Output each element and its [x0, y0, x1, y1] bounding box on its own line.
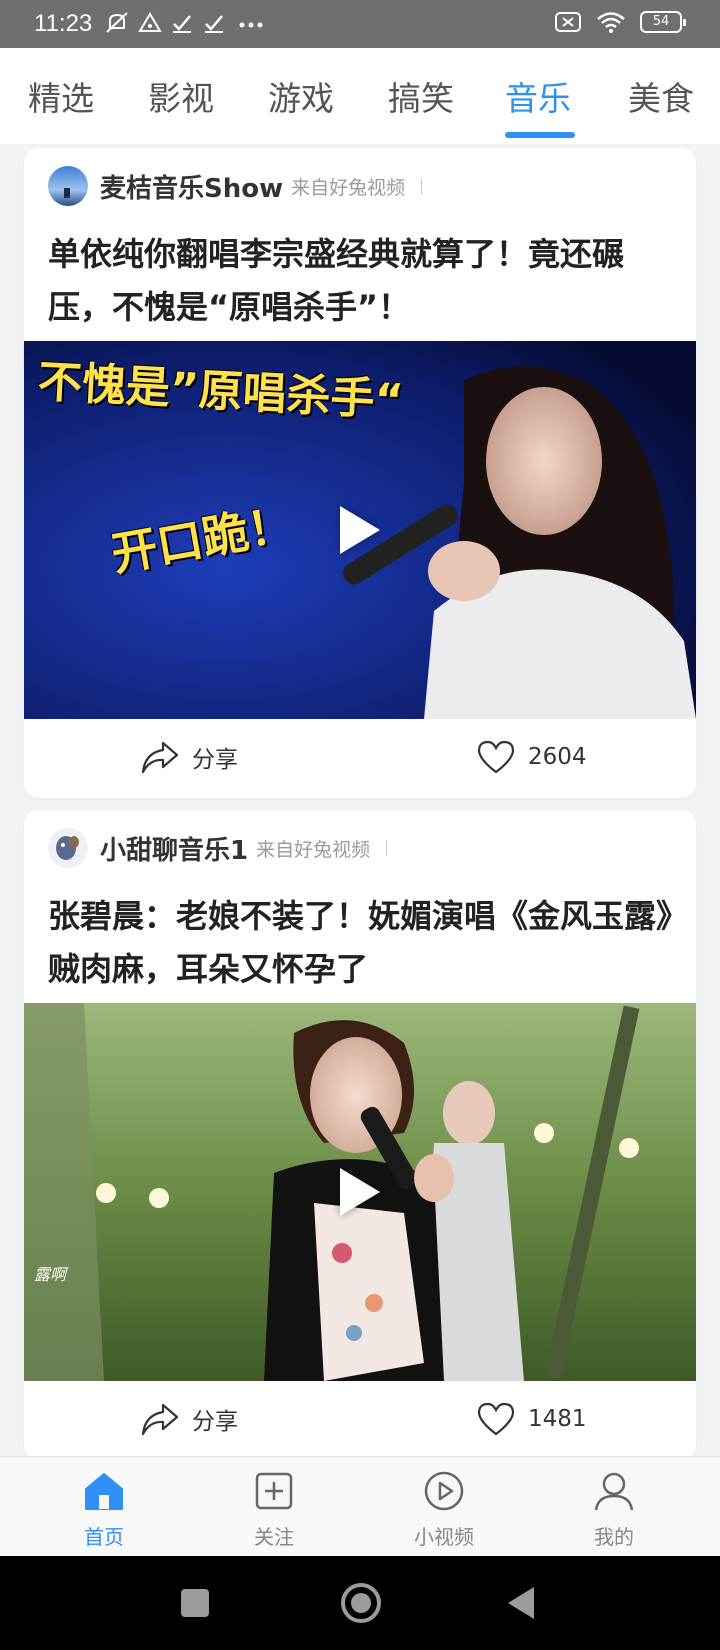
- tab-food[interactable]: 美食: [628, 72, 694, 120]
- card-actions: 分享 1481: [24, 1381, 696, 1459]
- tab-featured[interactable]: 精选: [28, 72, 94, 120]
- system-nav-bar: [0, 1556, 720, 1650]
- mute-icon: [106, 12, 128, 33]
- nav-mine[interactable]: 我的: [554, 1469, 674, 1550]
- source-label: 来自好兔视频: [256, 838, 371, 861]
- source-label: 来自好兔视频: [291, 176, 406, 199]
- like-button[interactable]: 2604: [476, 739, 587, 775]
- share-icon: [141, 741, 179, 774]
- divider: [421, 178, 423, 194]
- author-name[interactable]: 麦桔音乐Show: [100, 168, 283, 205]
- home-button[interactable]: [341, 1583, 381, 1623]
- add-box-icon: [255, 1472, 293, 1510]
- home-icon: [85, 1473, 123, 1510]
- check-icon: [205, 15, 223, 33]
- play-circle-icon: [424, 1471, 464, 1511]
- share-button[interactable]: 分享: [140, 739, 238, 775]
- battery-icon: 54: [640, 11, 686, 33]
- user-icon: [594, 1472, 634, 1511]
- nav-home[interactable]: 首页: [44, 1469, 164, 1550]
- nav-label: 首页: [84, 1525, 124, 1549]
- share-label: 分享: [192, 1409, 238, 1435]
- tab-music[interactable]: 音乐: [505, 72, 571, 120]
- nav-short-video[interactable]: 小视频: [384, 1469, 504, 1550]
- status-icons-right: 54: [554, 10, 686, 34]
- close-box-icon: [555, 12, 581, 32]
- back-button[interactable]: [508, 1587, 534, 1619]
- card-header: 麦桔音乐Show 来自好兔视频: [48, 166, 423, 206]
- share-label: 分享: [192, 747, 238, 773]
- video-title[interactable]: 张碧晨：老娘不装了！妩媚演唱《金风玉露》贼肉麻，耳朵又怀孕了: [48, 890, 678, 996]
- category-tabs: 精选 影视 游戏 搞笑 音乐 美食: [0, 48, 720, 144]
- avatar[interactable]: [48, 166, 88, 206]
- play-icon[interactable]: [340, 506, 380, 554]
- video-thumbnail[interactable]: 不愧是”原唱杀手“ 开口跪！: [24, 341, 696, 719]
- play-icon[interactable]: [340, 1168, 380, 1216]
- warning-icon: [138, 12, 162, 32]
- divider: [386, 840, 388, 856]
- card-actions: 分享 2604: [24, 719, 696, 797]
- share-icon: [141, 1403, 179, 1436]
- nav-label: 关注: [254, 1525, 294, 1549]
- recents-button[interactable]: [181, 1589, 209, 1617]
- tab-film[interactable]: 影视: [148, 72, 214, 120]
- tab-indicator: [505, 132, 575, 138]
- video-thumbnail[interactable]: 露啊: [24, 1003, 696, 1381]
- wifi-icon: [597, 12, 625, 33]
- like-count: 1481: [528, 1406, 587, 1432]
- check-icon: [173, 15, 191, 33]
- like-count: 2604: [528, 744, 587, 770]
- nav-label: 小视频: [414, 1525, 474, 1549]
- video-title[interactable]: 单依纯你翻唱李宗盛经典就算了！竟还碾压，不愧是“原唱杀手”！: [48, 228, 678, 334]
- avatar[interactable]: [48, 828, 88, 868]
- like-button[interactable]: 1481: [476, 1401, 587, 1437]
- share-button[interactable]: 分享: [140, 1401, 238, 1437]
- nav-label: 我的: [594, 1525, 634, 1549]
- card-header: 小甜聊音乐1 来自好兔视频: [48, 828, 388, 868]
- more-dots-icon: [239, 22, 263, 28]
- feed-card[interactable]: 小甜聊音乐1 来自好兔视频 张碧晨：老娘不装了！妩媚演唱《金风玉露》贼肉麻，耳朵…: [24, 810, 696, 1460]
- tab-funny[interactable]: 搞笑: [388, 72, 454, 120]
- status-time: 11:23: [34, 10, 93, 37]
- thumb-watermark: 露啊: [34, 1265, 67, 1284]
- author-name[interactable]: 小甜聊音乐1: [100, 830, 248, 867]
- heart-icon: [477, 1402, 515, 1436]
- status-icons-left: [104, 10, 268, 36]
- nav-follow[interactable]: 关注: [214, 1469, 334, 1550]
- heart-icon: [477, 740, 515, 774]
- bottom-nav: 首页 关注 小视频 我的: [0, 1456, 720, 1556]
- screen: 11:23 54 精选 影视 游戏 搞笑 音乐 美食 麦桔音乐Show 来自好兔…: [0, 0, 720, 1650]
- status-bar: 11:23 54: [0, 0, 720, 48]
- tab-games[interactable]: 游戏: [268, 72, 334, 120]
- feed-card[interactable]: 麦桔音乐Show 来自好兔视频 单依纯你翻唱李宗盛经典就算了！竟还碾压，不愧是“…: [24, 148, 696, 798]
